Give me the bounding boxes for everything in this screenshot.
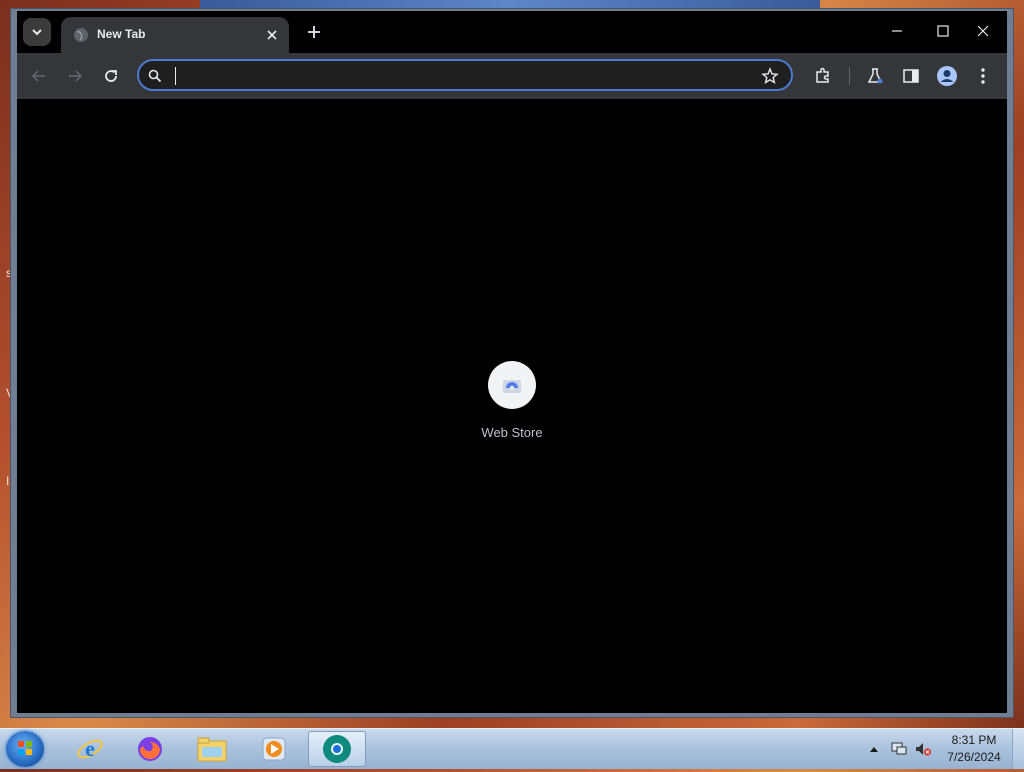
new-tab-page: Web Store [17, 99, 1007, 713]
reload-button[interactable] [99, 64, 123, 88]
plus-icon [308, 26, 320, 38]
close-icon [267, 30, 277, 40]
shortcut-label: Web Store [481, 425, 543, 440]
tab-search-button[interactable] [23, 18, 51, 46]
web-store-icon [503, 380, 521, 393]
taskbar-chrome[interactable] [308, 731, 366, 767]
extensions-button[interactable] [811, 64, 835, 88]
media-player-icon [262, 737, 286, 761]
taskbar-media-player[interactable] [246, 731, 302, 767]
extensions-icon [816, 67, 829, 83]
tray-volume-button[interactable] [912, 729, 934, 769]
clock-time: 8:31 PM [951, 733, 997, 747]
volume-muted-icon [916, 743, 931, 756]
start-button[interactable] [6, 731, 44, 767]
maximize-button[interactable] [921, 17, 965, 45]
file-explorer-icon [197, 737, 227, 762]
browser-frame: New Tab Web Store [17, 11, 1007, 713]
more-menu-button[interactable] [971, 64, 995, 88]
taskbar: e 8:31 PM 7/26/2024 [0, 728, 1024, 769]
profile-icon [937, 66, 957, 86]
back-arrow-icon [31, 70, 45, 82]
side-panel-icon [903, 69, 919, 83]
back-button[interactable] [27, 64, 51, 88]
taskbar-internet-explorer[interactable]: e [62, 731, 118, 767]
taskbar-clock[interactable]: 8:31 PM 7/26/2024 [936, 732, 1012, 766]
chevron-up-icon [870, 747, 878, 752]
close-icon [977, 25, 989, 37]
minimize-button[interactable] [875, 17, 919, 45]
shortcut-web-store[interactable]: Web Store [467, 361, 557, 440]
browser-toolbar [17, 53, 1007, 99]
labs-flask-icon [867, 68, 883, 84]
address-input[interactable] [173, 65, 757, 87]
chevron-down-icon [32, 29, 42, 36]
star-icon[interactable] [761, 67, 779, 85]
taskbar-file-explorer[interactable] [184, 731, 240, 767]
globe-icon [74, 28, 88, 42]
more-menu-icon [981, 68, 985, 84]
labs-button[interactable] [863, 64, 887, 88]
windows-logo-icon [18, 741, 32, 755]
tab-new-tab[interactable]: New Tab [61, 17, 289, 53]
tray-network-button[interactable] [888, 729, 910, 769]
maximize-icon [937, 25, 949, 37]
forward-button[interactable] [63, 64, 87, 88]
internet-explorer-icon: e [77, 736, 103, 761]
side-panel-button[interactable] [899, 64, 923, 88]
address-bar[interactable] [137, 59, 793, 91]
tab-title: New Tab [97, 27, 146, 41]
svg-text:e: e [85, 736, 95, 761]
search-icon [148, 69, 162, 83]
network-icon [891, 742, 907, 755]
shortcut-tile [488, 361, 536, 409]
clock-date: 7/26/2024 [947, 750, 1001, 764]
taskbar-firefox[interactable] [122, 731, 178, 767]
toolbar-separator [849, 67, 850, 85]
profile-button[interactable] [935, 64, 959, 88]
firefox-icon [138, 737, 162, 761]
forward-arrow-icon [69, 70, 83, 82]
desktop-icon-label-fragment: I [6, 474, 10, 488]
show-desktop-button[interactable] [1012, 729, 1024, 769]
tab-strip: New Tab [17, 11, 1007, 53]
tray-show-hidden-button[interactable] [866, 729, 882, 769]
minimize-icon [892, 30, 902, 32]
close-window-button[interactable] [961, 17, 1005, 45]
tab-close-button[interactable] [263, 26, 281, 44]
new-tab-button[interactable] [303, 21, 325, 43]
browser-window: New Tab Web Store [10, 8, 1014, 718]
reload-icon [105, 70, 117, 82]
chrome-canary-icon [323, 735, 351, 763]
text-caret [175, 67, 176, 85]
